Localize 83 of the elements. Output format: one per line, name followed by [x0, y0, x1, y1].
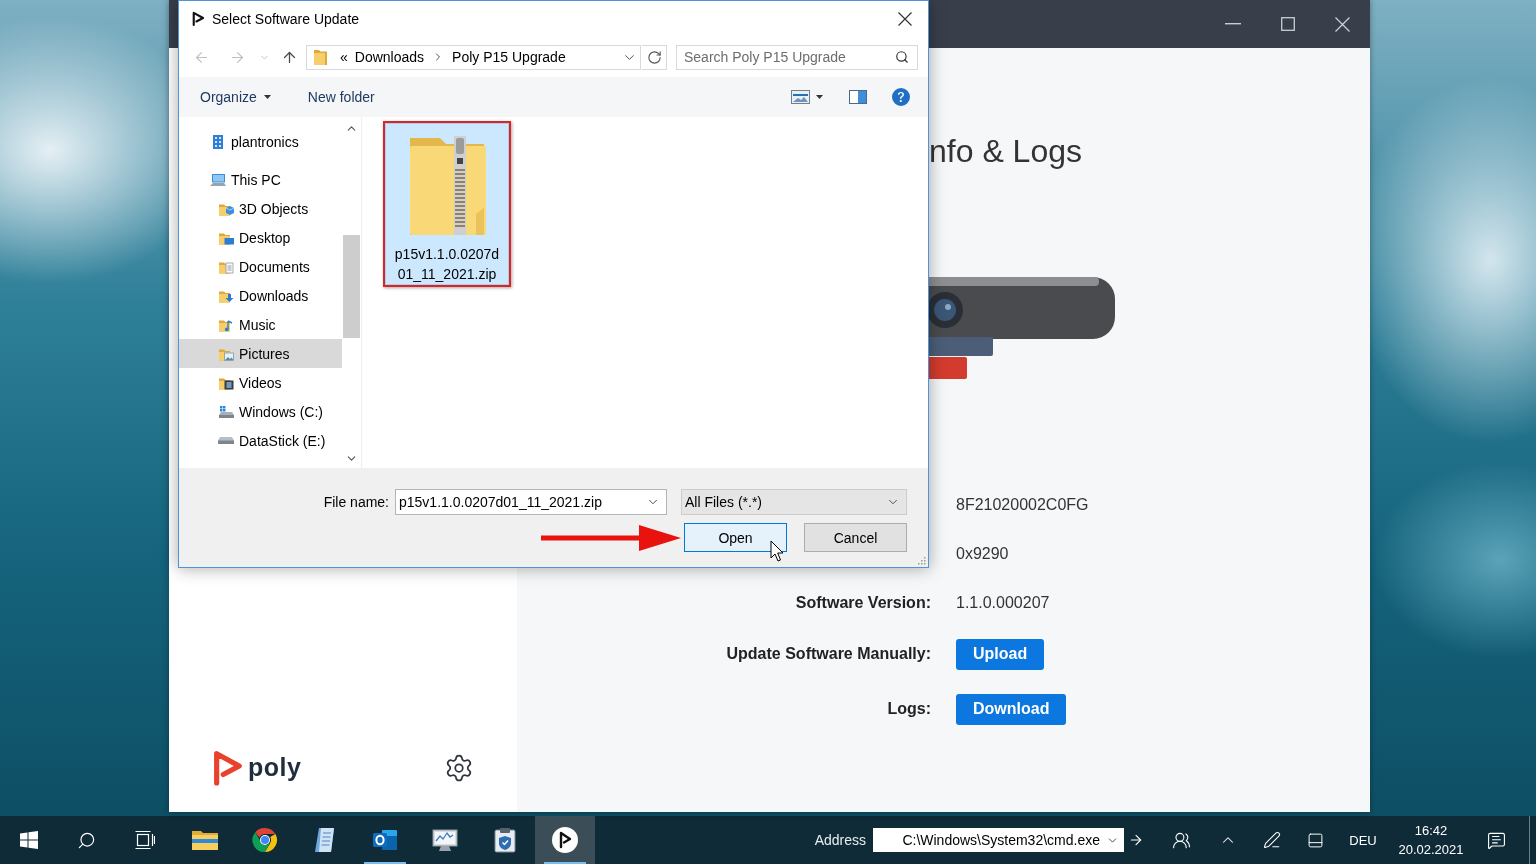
task-view-icon [135, 831, 155, 849]
info-value: 0x9290 [956, 544, 1009, 563]
file-name-field[interactable]: p15v1.1.0.0207d01_11_2021.zip [395, 489, 667, 515]
refresh-icon [646, 49, 662, 65]
address-field[interactable]: C:\Windows\System32\cmd.exe [873, 828, 1124, 852]
upload-button[interactable]: Upload [956, 638, 1045, 670]
people-icon [1171, 830, 1191, 850]
app-logo-icon [191, 11, 205, 27]
nav-item[interactable]: Desktop [179, 223, 342, 252]
field-label: File name: [323, 494, 389, 510]
nav-item[interactable]: 3D Objects [179, 194, 342, 223]
nav-item[interactable]: Videos [179, 368, 342, 397]
nav-item[interactable]: Pictures [179, 339, 342, 368]
language-button[interactable]: DEU [1339, 816, 1387, 864]
search-icon [895, 50, 909, 64]
help-icon [892, 88, 910, 106]
info-label: Update Software Manually: [726, 645, 931, 663]
dialog-title: Select Software Update [212, 11, 361, 27]
info-value: 1.1.0.000207 [956, 593, 1050, 612]
resize-grip-icon[interactable] [917, 556, 926, 565]
picture-icon [791, 90, 810, 104]
breadcrumb[interactable]: Poly P15 Upgrade [452, 49, 566, 65]
view-options-button[interactable] [791, 90, 823, 104]
refresh-button[interactable] [642, 44, 667, 70]
cancel-button[interactable]: Cancel [804, 523, 907, 552]
folder-icon [314, 49, 327, 65]
nav-item[interactable]: plantronics [179, 127, 342, 156]
folder-icon [192, 829, 218, 851]
nav-item[interactable]: Music [179, 310, 342, 339]
overflow-crumb[interactable]: « [340, 49, 348, 65]
pen-icon [1262, 831, 1281, 849]
preview-pane-icon [849, 90, 867, 104]
open-button[interactable]: Open [684, 523, 787, 552]
drive-icon [218, 403, 234, 420]
nav-item[interactable]: DataStick (E:) [179, 426, 342, 455]
mail-icon [372, 828, 398, 852]
close-icon [898, 12, 912, 26]
clock-date[interactable]: 20.02.2021 [1398, 840, 1464, 859]
info-value: 8F21020002C0FG [956, 496, 1089, 514]
nav-item[interactable]: Downloads [179, 281, 342, 310]
nav-item[interactable]: Windows (C:) [179, 397, 342, 426]
scrollbar-thumb[interactable] [343, 235, 360, 338]
file-item[interactable]: p15v1.1.0.0207d01_11_2021.zip [385, 123, 509, 285]
taskbar-button[interactable] [535, 816, 595, 864]
panel-icon [1307, 831, 1324, 849]
action-button[interactable]: Download [956, 693, 1067, 725]
breadcrumb[interactable]: Downloads [354, 49, 425, 65]
notification-icon [1486, 830, 1506, 850]
preview-pane-button[interactable] [849, 90, 867, 104]
file-type-select[interactable]: All Files (*.*) [681, 489, 907, 515]
app-logo-icon [551, 826, 579, 854]
address-label: Address [814, 832, 866, 848]
nav-item[interactable]: Documents [179, 252, 342, 281]
search-icon [76, 830, 96, 850]
browser-icon [252, 827, 278, 853]
clock-time[interactable]: 16:42 [1414, 821, 1448, 840]
arrow-right-icon [1128, 832, 1144, 848]
caret-down-icon [816, 95, 823, 99]
address-bar[interactable]: « Downloads Poly P15 Upgrade [306, 44, 641, 70]
clipboard-icon [493, 827, 517, 853]
zip-folder-icon [408, 134, 486, 237]
settings-icon [444, 752, 474, 783]
drive-icon [218, 437, 234, 444]
nav-item[interactable]: This PC [179, 165, 342, 194]
logo-text: poly [248, 753, 302, 783]
close-icon [1335, 16, 1350, 32]
building-icon [210, 133, 226, 150]
search-field[interactable]: Search Poly P15 Upgrade [676, 44, 918, 70]
organize-menu[interactable]: Organize [200, 89, 271, 105]
help-button[interactable] [892, 88, 910, 106]
start-icon [19, 831, 38, 849]
caret-down-icon [263, 95, 271, 99]
new-folder-button[interactable]: New folder [307, 89, 375, 105]
page-title: nfo & Logs [929, 132, 1082, 171]
info-label: Software Version: [795, 593, 931, 612]
document-icon [313, 827, 337, 853]
minimize-icon [1224, 23, 1241, 25]
computer-icon [210, 171, 226, 188]
settings-button[interactable] [444, 752, 474, 783]
info-label: Logs: [887, 700, 931, 718]
mouse-cursor-icon [770, 540, 784, 562]
maximize-icon [1280, 17, 1295, 31]
monitor-icon [432, 828, 458, 852]
